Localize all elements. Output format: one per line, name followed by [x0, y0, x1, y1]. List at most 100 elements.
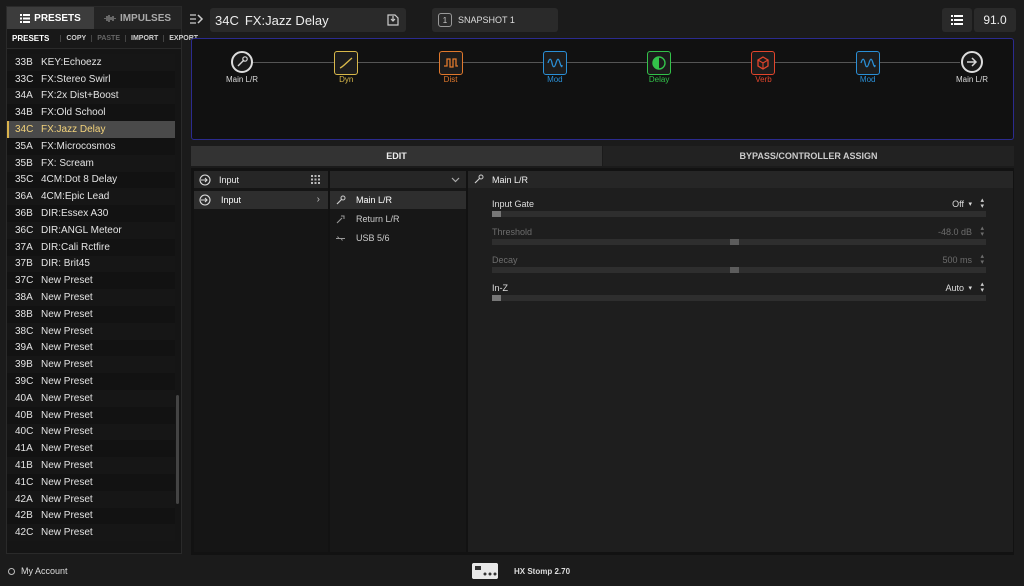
preset-row[interactable]: 41A New Preset [7, 440, 175, 458]
chevron-down-icon[interactable] [451, 175, 460, 184]
preset-row[interactable]: 37A DIR:Cali Rctfire [7, 238, 175, 256]
dropdown-arrow-icon[interactable]: ▾ [968, 200, 972, 208]
preset-id: 34C [215, 12, 239, 28]
chain-block-label: Delay [648, 75, 670, 84]
submodel-item-label: Main L/R [356, 195, 393, 205]
param-slider-thumb[interactable] [492, 211, 501, 217]
preset-row[interactable]: 40A New Preset [7, 389, 175, 407]
preset-row-name: New Preset [41, 443, 93, 455]
preset-row-name: DIR:Essex A30 [41, 208, 109, 220]
preset-row-name: DIR: Brit45 [41, 258, 90, 270]
preset-row[interactable]: 35B FX: Scream [7, 154, 175, 172]
import-button[interactable]: IMPORT [125, 35, 163, 42]
delay-icon [651, 55, 667, 71]
model-category-header[interactable]: Input [194, 171, 328, 188]
chain-block-delay[interactable] [647, 51, 672, 75]
param-value[interactable]: -48.0 dB [938, 227, 972, 237]
snapshot-selector[interactable]: 1 SNAPSHOT 1 [432, 8, 558, 32]
param-value[interactable]: Auto [945, 283, 964, 293]
preset-row-id: 33C [15, 73, 34, 85]
distortion-icon [443, 55, 459, 71]
param-slider-track[interactable] [492, 239, 986, 245]
tab-bypass-controller-assign[interactable]: BYPASS/CONTROLLER ASSIGN [603, 146, 1014, 166]
submodel-header[interactable] [330, 171, 466, 188]
modulation-icon [547, 55, 563, 71]
preset-row[interactable]: 38A New Preset [7, 289, 175, 306]
tab-presets[interactable]: PRESETS [7, 7, 94, 29]
chain-block-dist[interactable] [438, 51, 463, 75]
preset-row[interactable]: 41B New Preset [7, 457, 175, 474]
param-slider-track[interactable] [492, 267, 986, 273]
submodel-item[interactable]: Return L/R [330, 210, 466, 228]
preset-row[interactable]: 34B FX:Old School [7, 104, 175, 122]
stepper-icon[interactable]: ▴ ▾ [980, 225, 984, 238]
my-account-button[interactable]: My Account [8, 566, 68, 576]
preset-row[interactable]: 35C 4CM:Dot 8 Delay [7, 171, 175, 189]
copy-button[interactable]: COPY [60, 35, 91, 42]
param-slider-track[interactable] [492, 295, 986, 301]
grid-icon[interactable] [311, 175, 320, 184]
preset-row[interactable]: 42B New Preset [7, 507, 175, 525]
model-category-label: Input [219, 174, 240, 185]
preset-nav-icon[interactable] [189, 12, 207, 28]
param-slider-thumb[interactable] [492, 295, 501, 301]
submodel-item[interactable]: USB 5/6 [330, 229, 466, 247]
stepper-icon[interactable]: ▴ ▾ [980, 281, 984, 294]
preset-row[interactable]: 41C New Preset [7, 473, 175, 491]
preset-row-id: 41A [15, 443, 33, 455]
input-jack-icon [235, 55, 249, 69]
model-item-input[interactable]: Input › [194, 191, 328, 209]
preset-row[interactable]: 36A 4CM:Epic Lead [7, 188, 175, 206]
preset-row[interactable]: 42A New Preset [7, 490, 175, 508]
preset-row[interactable]: 37C New Preset [7, 272, 175, 290]
preset-row[interactable]: 35A FX:Microcosmos [7, 137, 175, 155]
save-icon[interactable] [386, 13, 400, 27]
chain-input-node[interactable] [231, 51, 253, 73]
preset-row[interactable]: 38C New Preset [7, 322, 175, 340]
preset-row[interactable]: 39A New Preset [7, 339, 175, 357]
preset-row[interactable]: 33C FX:Stereo Swirl [7, 70, 175, 88]
paste-button[interactable]: PASTE [91, 35, 125, 42]
preset-row[interactable]: 33B KEY:Echoezz [7, 54, 175, 71]
chain-block-verb[interactable] [751, 51, 776, 75]
preset-row[interactable]: 36C DIR:ANGL Meteor [7, 221, 175, 239]
chain-block-dyn[interactable] [334, 51, 359, 75]
submodel-item[interactable]: Main L/R [330, 191, 466, 209]
preset-row[interactable]: 38B New Preset [7, 305, 175, 323]
preset-row[interactable]: 37B DIR: Brit45 [7, 255, 175, 273]
edit-area: Input Input › Main L/R Return L/R USB 5/6 … [191, 168, 1014, 555]
submodel-item-label: Return L/R [356, 214, 400, 224]
preset-row[interactable]: 40B New Preset [7, 406, 175, 424]
dropdown-arrow-icon[interactable]: ▾ [968, 284, 972, 292]
chain-output-node[interactable] [961, 51, 983, 73]
tab-impulses[interactable]: IMPULSES [94, 7, 181, 29]
preset-row[interactable]: 39B New Preset [7, 356, 175, 374]
param-value[interactable]: Off [952, 199, 964, 209]
chain-block-mod[interactable] [855, 51, 880, 75]
signal-chain: Main L/R Dyn Dist Mod Delay Verb Mod Main L/R [191, 38, 1014, 140]
preset-row[interactable]: 42C New Preset [7, 524, 175, 542]
chain-block-mod[interactable] [542, 51, 567, 75]
preset-scrollbar[interactable] [176, 54, 179, 551]
parameter-header: Main L/R [468, 171, 1013, 188]
param-value[interactable]: 500 ms [942, 255, 972, 265]
stepper-icon[interactable]: ▴ ▾ [980, 197, 984, 210]
view-list-button[interactable] [942, 8, 972, 32]
tab-edit[interactable]: EDIT [191, 146, 602, 166]
preset-row[interactable]: 36B DIR:Essex A30 [7, 205, 175, 222]
preset-row[interactable]: 34C FX:Jazz Delay [7, 121, 175, 138]
preset-row[interactable]: 40C New Preset [7, 423, 175, 441]
preset-row-name: New Preset [41, 359, 93, 371]
preset-row[interactable]: 39C New Preset [7, 373, 175, 390]
tempo-display[interactable]: 91.0 [974, 8, 1016, 32]
stepper-icon[interactable]: ▴ ▾ [980, 253, 984, 266]
scroll-thumb[interactable] [176, 395, 179, 505]
param-slider-thumb[interactable] [729, 239, 739, 245]
param-slider-track[interactable] [492, 211, 986, 217]
preset-row-id: 38A [15, 292, 33, 304]
preset-row[interactable]: 34A FX:2x Dist+Boost [7, 87, 175, 105]
preset-name-field[interactable]: 34C FX:Jazz Delay [210, 8, 406, 32]
param-slider-thumb[interactable] [729, 267, 739, 273]
status-bar: My Account HX Stomp 2.70 [0, 560, 1024, 586]
preset-row-id: 35B [15, 157, 33, 169]
